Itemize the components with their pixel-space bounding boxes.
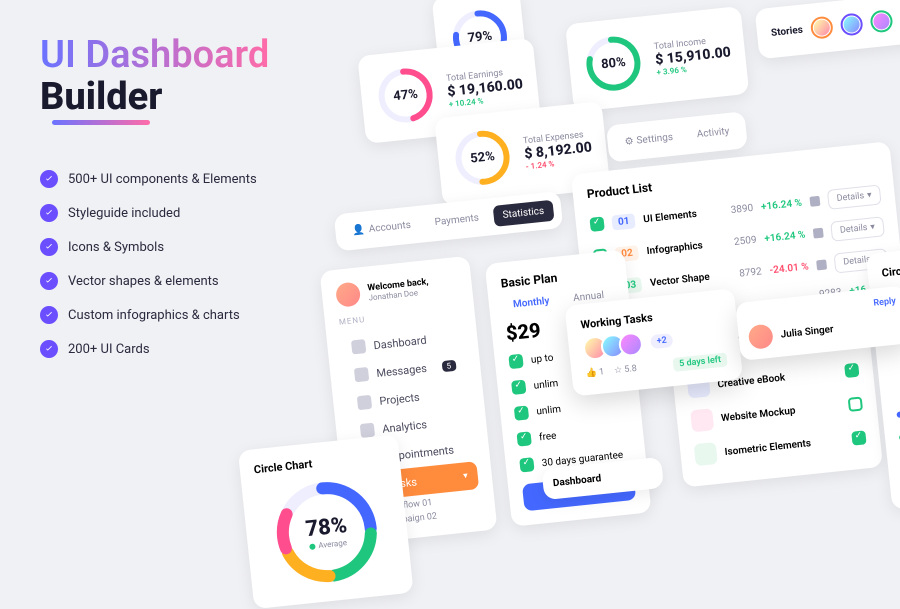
story-avatar[interactable] — [810, 16, 834, 40]
feature-text: 500+ UI components & Elements — [68, 172, 257, 187]
badge: 5 — [441, 359, 457, 371]
circle-chart: 78%Average — [266, 472, 387, 593]
plan-check — [516, 431, 531, 446]
more-badge: +2 — [650, 333, 673, 349]
user-avatar[interactable] — [335, 281, 361, 307]
rating: ☆ 5.8 — [614, 364, 638, 376]
tab-statistics[interactable]: Statistics — [493, 200, 554, 227]
check-icon — [40, 340, 58, 358]
tab-payments[interactable]: Payments — [425, 207, 489, 234]
check-icon — [40, 272, 58, 290]
tab-activity[interactable]: Activity — [687, 120, 740, 146]
dashboard-title: Dashboard — [552, 468, 653, 489]
feature-text: Icons & Symbols — [68, 240, 164, 255]
gauge-47: 47% — [373, 63, 439, 129]
plan-check — [508, 354, 523, 369]
check-icon — [40, 170, 58, 188]
story-avatar[interactable] — [839, 12, 863, 36]
details-button[interactable]: Details▾ — [830, 216, 885, 241]
plan-check — [514, 405, 529, 420]
feature-text: Custom infographics & charts — [68, 308, 240, 323]
feature-list: 500+ UI components & Elements Styleguide… — [40, 170, 257, 374]
checkbox[interactable] — [851, 430, 866, 445]
like-icon[interactable]: 👍 1 — [585, 367, 604, 379]
plan-check — [519, 457, 534, 472]
reply-avatar — [748, 324, 774, 350]
doc-icon — [809, 196, 820, 207]
feature-text: Styleguide included — [68, 206, 180, 221]
checkbox[interactable] — [589, 217, 604, 232]
gauge-52: 52% — [450, 125, 516, 191]
reply-user: Julia Singer — [780, 324, 834, 340]
tab-settings[interactable]: ⚙Settings — [615, 126, 683, 154]
details-button[interactable]: Details▾ — [827, 184, 882, 209]
checkbox[interactable] — [848, 396, 863, 411]
hero-title-line2: Builder — [40, 77, 162, 119]
gauge-80: 80% — [580, 31, 646, 97]
stories-label: Stories — [771, 24, 804, 38]
check-icon — [40, 204, 58, 222]
plan-title: Basic Plan — [500, 271, 558, 291]
feature-text: 200+ UI Cards — [68, 342, 150, 357]
check-icon — [40, 306, 58, 324]
doc-icon — [813, 228, 824, 239]
chart-title: Circle Chart — [881, 252, 900, 280]
doc-icon — [816, 259, 827, 270]
tab-monthly[interactable]: Monthly — [502, 291, 560, 316]
plan-check — [511, 380, 526, 395]
days-left-badge: 5 days left — [673, 352, 728, 372]
tab-accounts[interactable]: 👤Accounts — [342, 214, 420, 243]
story-avatar[interactable] — [869, 9, 893, 33]
check-icon — [40, 238, 58, 256]
hero-title-line1: UI Dashboard — [40, 33, 269, 77]
feature-text: Vector shapes & elements — [68, 274, 219, 289]
checkbox[interactable] — [844, 363, 859, 378]
